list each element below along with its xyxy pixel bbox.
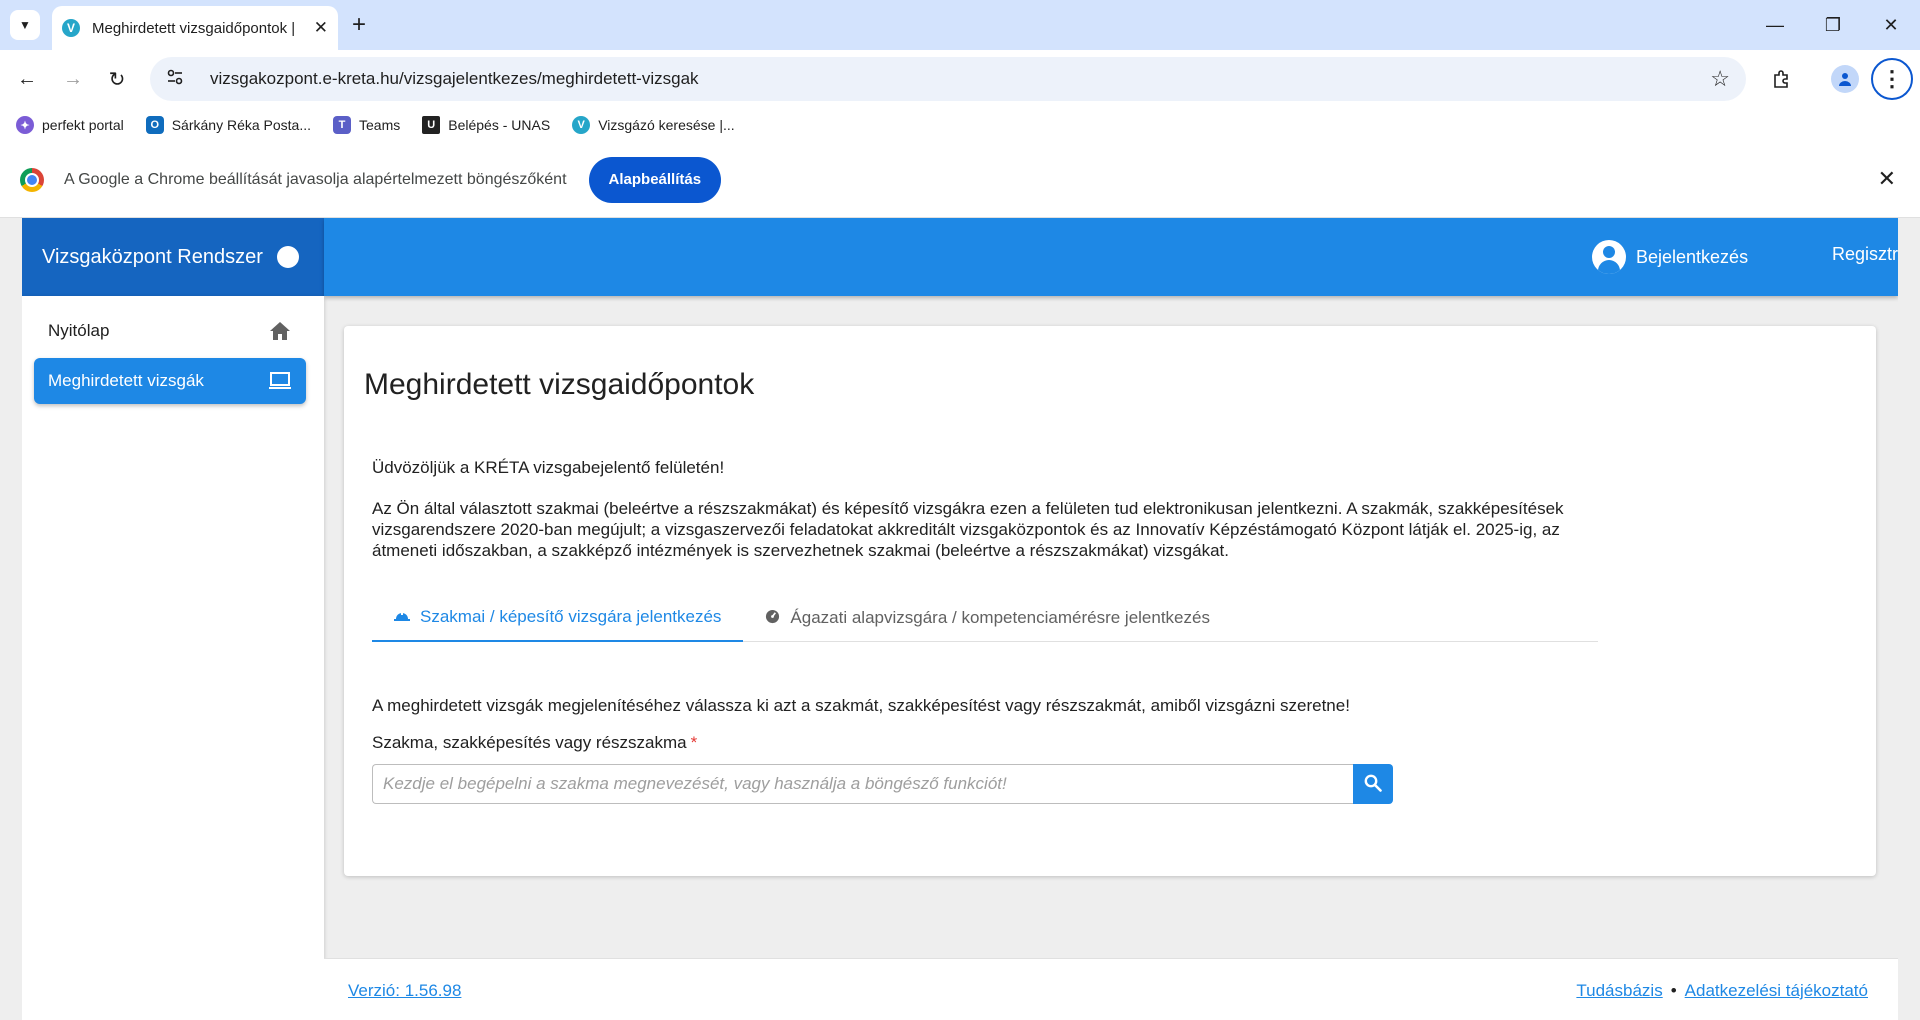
bookmark-perfekt-portal[interactable]: ✦ perfekt portal xyxy=(16,116,124,134)
tab-title: Meghirdetett vizsgaidőpontok | xyxy=(92,19,296,37)
close-infobar-icon[interactable]: ✕ xyxy=(1878,166,1896,192)
intro-text: Az Ön által választott szakmai (beleértv… xyxy=(372,499,1564,560)
bookmark-label: Vizsgázó keresése |... xyxy=(598,117,735,133)
bookmarks-bar: ✦ perfekt portal O Sárkány Réka Posta...… xyxy=(0,108,1920,142)
browser-tab-active[interactable]: V Meghirdetett vizsgaidőpontok | ✕ xyxy=(52,6,338,50)
sidebar-item-meghirdetett-vizsgak[interactable]: Meghirdetett vizsgák xyxy=(34,358,306,404)
bookmark-label: Belépés - UNAS xyxy=(448,117,551,133)
version-link[interactable]: Verzió: 1.56.98 xyxy=(348,981,461,1001)
address-bar[interactable]: vizsgakozpont.e-kreta.hu/vizsgajelentkez… xyxy=(150,57,1746,101)
search-icon xyxy=(1364,774,1382,795)
sidebar-item-label: Nyitólap xyxy=(48,321,110,340)
perfekt-icon: ✦ xyxy=(16,116,34,134)
tab-label: Ágazati alapvizsgára / kompetenciamérésr… xyxy=(790,608,1210,627)
teams-icon: T xyxy=(333,116,352,134)
app-header: Bejelentkezés Regisztráció xyxy=(324,218,1898,296)
tab-agazati-alapvizsga[interactable]: Ágazati alapvizsgára / kompetenciamérésr… xyxy=(743,594,1232,642)
gauge-icon xyxy=(765,609,780,627)
favicon-icon: V xyxy=(62,19,80,37)
chrome-menu-icon[interactable]: ⋮ xyxy=(1871,58,1913,100)
outlook-icon: O xyxy=(145,116,164,134)
bookmark-label: Teams xyxy=(359,117,401,133)
browser-toolbar: ← → ↻ vizsgakozpont.e-kreta.hu/vizsgajel… xyxy=(0,50,1920,108)
bookmark-unas[interactable]: U Belépés - UNAS xyxy=(422,116,550,134)
exam-type-tabs: Szakmai / képesítő vizsgára jelentkezés … xyxy=(372,594,1598,642)
welcome-text: Üdvözöljük a KRÉTA vizsgabejelentő felül… xyxy=(372,458,725,477)
back-arrow-icon[interactable]: ← xyxy=(12,64,42,94)
chrome-logo-icon xyxy=(20,167,44,192)
profile-button[interactable] xyxy=(1828,62,1862,96)
brand-title: Vizsgaközpont Rendszer xyxy=(42,245,263,268)
theme-toggle-icon[interactable] xyxy=(276,246,299,268)
footer-separator: • xyxy=(1670,981,1677,1000)
infobar-text: A Google a Chrome beállítását javasolja … xyxy=(64,170,567,188)
url-text: vizsgakozpont.e-kreta.hu/vizsgajelentkez… xyxy=(210,69,699,88)
forward-arrow-icon[interactable]: → xyxy=(58,64,88,94)
login-button[interactable]: Bejelentkezés xyxy=(1592,240,1748,274)
sidebar-item-label: Meghirdetett vizsgák xyxy=(48,371,204,390)
close-window-icon[interactable]: ✕ xyxy=(1862,0,1920,50)
window-controls: — ❐ ✕ xyxy=(1746,0,1920,50)
tab-label: Szakmai / képesítő vizsgára jelentkezés xyxy=(420,607,722,626)
required-mark: * xyxy=(690,733,698,752)
bookmark-teams[interactable]: T Teams xyxy=(333,116,400,134)
profession-search xyxy=(372,764,1393,804)
bookmark-star-icon[interactable]: ☆ xyxy=(1710,66,1730,92)
page-title: Meghirdetett vizsgaidőpontok xyxy=(364,368,755,401)
knowledge-base-link[interactable]: Tudásbázis xyxy=(1576,981,1662,1001)
bookmark-label: perfekt portal xyxy=(42,117,124,133)
profession-field-label: Szakma, szakképesítés vagy részszakma * xyxy=(372,733,697,753)
main-card: Meghirdetett vizsgaidőpontok Üdvözöljük … xyxy=(344,326,1876,876)
app-brand[interactable]: Vizsgaközpont Rendszer xyxy=(22,218,324,296)
bookmark-label: Sárkány Réka Posta... xyxy=(171,117,312,133)
field-label-text: Szakma, szakképesítés vagy részszakma xyxy=(372,733,687,752)
bookmark-vizsgazo[interactable]: V Vizsgázó keresése |... xyxy=(572,116,735,134)
home-icon xyxy=(268,319,292,343)
web-page: Vizsgaközpont Rendszer Bejelentkezés Reg… xyxy=(22,218,1898,1020)
unas-icon: U xyxy=(422,116,441,134)
bookmark-outlook[interactable]: O Sárkány Réka Posta... xyxy=(145,116,312,134)
register-button[interactable]: Regisztráció xyxy=(1832,244,1898,265)
helmet-icon xyxy=(394,609,410,625)
login-label: Bejelentkezés xyxy=(1636,246,1749,267)
laptop-icon xyxy=(268,369,292,393)
browser-tab-strip: ▼ V Meghirdetett vizsgaidőpontok | ✕ + —… xyxy=(0,0,1920,50)
close-tab-icon[interactable]: ✕ xyxy=(314,18,328,38)
privacy-policy-link[interactable]: Adatkezelési tájékoztató xyxy=(1685,981,1868,1001)
site-settings-icon[interactable] xyxy=(166,68,188,91)
page-footer: Verzió: 1.56.98 Tudásbázis • Adatkezelés… xyxy=(324,958,1898,1020)
vizsgakozpont-icon: V xyxy=(572,116,591,134)
instruction-text: A meghirdetett vizsgák megjelenítéséhez … xyxy=(372,696,1350,715)
reload-icon[interactable]: ↻ xyxy=(102,64,132,94)
profile-avatar-icon xyxy=(1831,65,1859,93)
restore-icon[interactable]: ❐ xyxy=(1804,0,1862,50)
sidebar-item-nyitolap[interactable]: Nyitólap xyxy=(34,308,306,354)
new-tab-icon[interactable]: + xyxy=(352,11,366,39)
sidebar: Nyitólap Meghirdetett vizsgák xyxy=(22,296,324,1020)
account-circle-icon xyxy=(1592,240,1626,274)
profession-search-input[interactable] xyxy=(372,764,1353,804)
tab-szakmai-vizsga[interactable]: Szakmai / képesítő vizsgára jelentkezés xyxy=(372,594,744,642)
minimize-icon[interactable]: — xyxy=(1746,0,1804,50)
chevron-down-icon: ▼ xyxy=(19,18,31,32)
footer-links: Tudásbázis • Adatkezelési tájékoztató xyxy=(1576,981,1868,1001)
default-browser-infobar: A Google a Chrome beállítását javasolja … xyxy=(0,142,1920,218)
search-button[interactable] xyxy=(1353,764,1393,804)
set-default-button[interactable]: Alapbeállítás xyxy=(588,156,722,203)
extensions-icon[interactable] xyxy=(1764,62,1798,96)
tab-search-button[interactable]: ▼ xyxy=(10,10,40,40)
